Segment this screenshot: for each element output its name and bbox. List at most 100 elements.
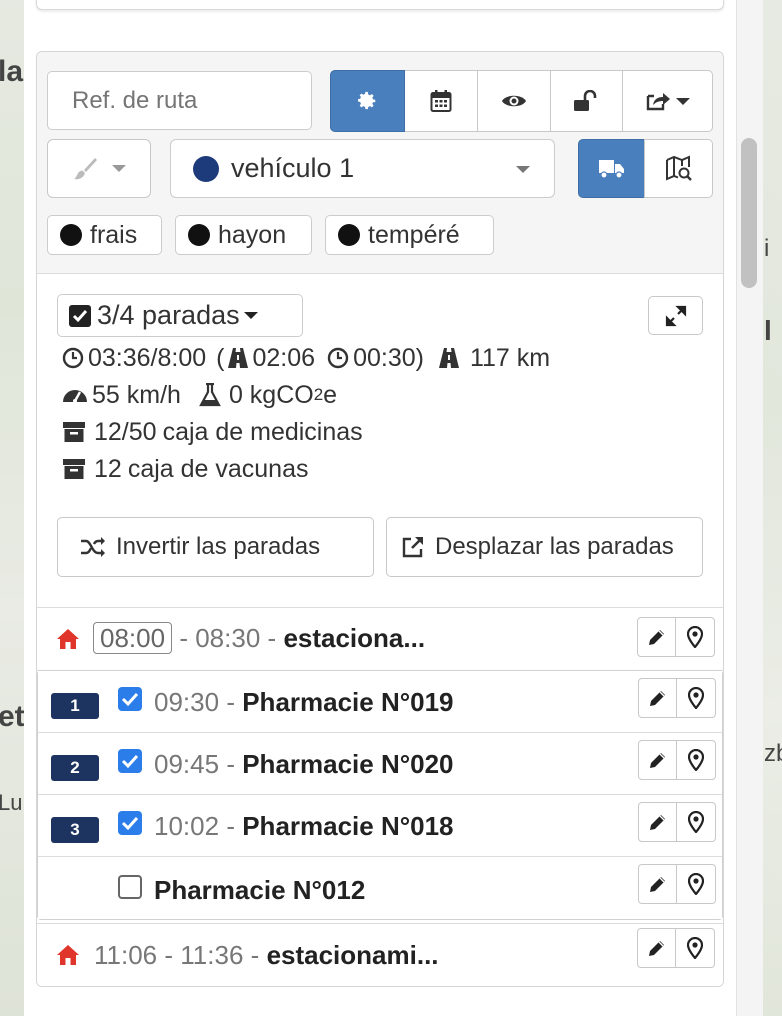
external-link-icon <box>402 537 423 558</box>
scrollbar-thumb[interactable] <box>741 138 757 288</box>
locate-button[interactable] <box>677 740 716 780</box>
route-distance: 117 km <box>469 343 551 372</box>
tag-chip-frais[interactable]: frais <box>47 215 162 255</box>
home-icon <box>57 629 79 649</box>
stop-info: Pharmacie N°012 <box>154 875 365 906</box>
start-location-name: estaciona... <box>283 623 426 653</box>
start-row-actions <box>637 617 716 657</box>
edit-button[interactable] <box>637 928 676 968</box>
map-marker-icon <box>687 937 703 959</box>
stop-row-actions <box>638 740 717 780</box>
stop-checkbox[interactable] <box>118 875 142 899</box>
edit-button[interactable] <box>637 617 676 657</box>
expand-button[interactable] <box>648 296 703 335</box>
start-times: 08:00 - 08:30 - estaciona... <box>93 622 425 654</box>
tag-color-dot <box>60 224 82 246</box>
end-depot-row[interactable]: 11:06 - 11:36 - estacionami... <box>37 923 723 986</box>
visibility-button[interactable] <box>477 70 551 132</box>
flask-icon <box>199 383 221 407</box>
vaccines-label: caja de vacunas <box>127 454 309 483</box>
tag-chip-tempere[interactable]: tempéré <box>325 215 494 255</box>
map-marker-icon <box>688 811 704 833</box>
map-search-icon <box>665 154 692 181</box>
vehicle-select-value: vehículo 1 <box>231 153 355 183</box>
caret-down-icon <box>676 97 691 105</box>
route-speed-line: 55 km/h 0 kgCO 2 e <box>62 377 702 413</box>
map-label: et <box>0 700 24 733</box>
map-marker-icon <box>688 687 704 709</box>
brush-icon <box>74 157 97 179</box>
edit-button[interactable] <box>638 802 677 842</box>
calendar-button[interactable] <box>404 70 478 132</box>
tag-chip-hayon[interactable]: hayon <box>175 215 312 255</box>
move-stops-button[interactable]: Desplazar las paradas <box>386 517 703 577</box>
map-marker-icon <box>688 749 704 771</box>
stop-number-badge: 1 <box>51 693 99 719</box>
map-right-edge[interactable]: i l zb <box>762 0 782 1016</box>
vehicle-select[interactable]: vehículo 1 <box>170 139 555 198</box>
truck-icon <box>598 159 624 179</box>
road-icon <box>438 348 459 368</box>
vaccines-quantity-line: 12 caja de vacunas <box>62 451 702 487</box>
color-picker-button[interactable] <box>47 139 151 198</box>
map-label: Lu <box>0 790 23 815</box>
vehicle-view-button[interactable] <box>578 139 645 198</box>
pencil-icon <box>648 630 664 645</box>
vaccines-quantity: 12 <box>94 454 122 483</box>
stop-checkbox[interactable] <box>118 687 142 711</box>
calendar-icon <box>430 90 452 112</box>
stops-summary-label: 3/4 paradas <box>97 300 240 330</box>
stop-name: Pharmacie N°020 <box>242 749 454 779</box>
share-dropdown-button[interactable] <box>623 70 714 132</box>
edit-button[interactable] <box>638 678 677 718</box>
settings-button[interactable] <box>330 70 405 132</box>
road-icon <box>227 348 248 368</box>
expand-icon <box>665 305 686 326</box>
separator: - <box>226 749 235 779</box>
share-icon <box>647 93 671 111</box>
route-ref-input[interactable] <box>47 71 312 130</box>
stop-info: 09:45 - Pharmacie N°020 <box>154 749 454 780</box>
list-item[interactable]: 3 10:02 - Pharmacie N°018 <box>38 795 722 857</box>
list-item[interactable]: Pharmacie N°012 <box>38 857 722 919</box>
list-item[interactable]: 1 09:30 - Pharmacie N°019 <box>38 671 722 733</box>
route-toolbar <box>330 70 714 132</box>
separator: - <box>164 940 174 970</box>
stop-info: 10:02 - Pharmacie N°018 <box>154 811 454 842</box>
lock-button[interactable] <box>550 70 624 132</box>
locate-button[interactable] <box>676 928 715 968</box>
caret-down-icon <box>112 165 126 172</box>
locate-button[interactable] <box>677 678 716 718</box>
home-icon <box>57 945 79 965</box>
map-search-button[interactable] <box>644 139 713 198</box>
stops-summary-dropdown[interactable]: 3/4 paradas <box>57 294 303 337</box>
pencil-icon <box>649 753 665 768</box>
separator: - <box>226 687 235 717</box>
start-time-to: 08:30 <box>195 623 261 653</box>
start-time-from[interactable]: 08:00 <box>93 622 173 654</box>
stop-checkbox[interactable] <box>118 749 142 773</box>
start-depot-row[interactable]: 08:00 - 08:30 - estaciona... <box>37 607 723 671</box>
stop-checkbox[interactable] <box>118 811 142 835</box>
locate-button[interactable] <box>676 617 715 657</box>
tag-color-dot <box>188 224 210 246</box>
unlock-icon <box>574 90 597 111</box>
route-co2-unit-suffix: e <box>323 380 338 409</box>
separator: - <box>226 811 235 841</box>
gear-icon <box>358 91 376 110</box>
map-left-edge[interactable]: la et Lu <box>0 0 24 1016</box>
stop-row-actions <box>638 864 717 904</box>
medicines-label: caja de medicinas <box>162 417 363 446</box>
locate-button[interactable] <box>677 864 716 904</box>
locate-button[interactable] <box>677 802 716 842</box>
reverse-stops-button[interactable]: Invertir las paradas <box>57 517 374 577</box>
edit-button[interactable] <box>638 864 677 904</box>
list-item[interactable]: 2 09:45 - Pharmacie N°020 <box>38 733 722 795</box>
medicines-quantity: 12/50 <box>94 417 157 446</box>
stop-time: 09:45 <box>154 749 220 779</box>
route-service-time: 00:30) <box>353 343 424 372</box>
pencil-icon <box>648 941 664 956</box>
previous-route-card <box>36 0 724 10</box>
edit-button[interactable] <box>638 740 677 780</box>
reverse-stops-label: Invertir las paradas <box>116 533 321 560</box>
